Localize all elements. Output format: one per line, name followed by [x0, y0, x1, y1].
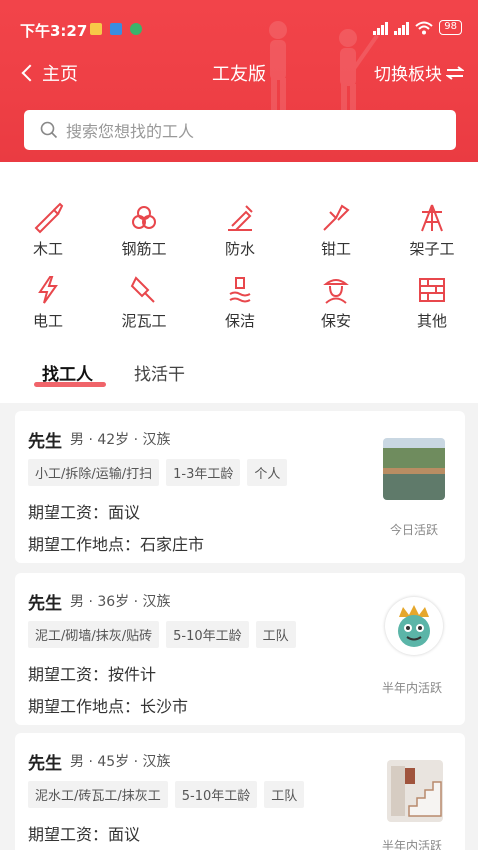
tab-find-worker[interactable]: 找工人: [42, 360, 93, 385]
expected-location: 期望工作地点：石家庄市: [28, 535, 205, 554]
cleaning-icon: [229, 277, 251, 303]
category-carpenter[interactable]: 木工: [8, 202, 88, 259]
category-scaffolder[interactable]: 架子工: [392, 202, 472, 259]
expected-location: 期望工作地点：长沙市: [28, 697, 189, 716]
message-icon: [90, 23, 102, 35]
category-tiler[interactable]: 泥瓦工: [104, 274, 184, 331]
activity-status: 半年内活跃: [381, 681, 442, 695]
status-time: 下午3:27: [20, 22, 88, 40]
experience-tag: 5-10年工龄: [166, 621, 249, 648]
category-label: 防水: [224, 240, 255, 258]
signal-icon: [394, 21, 410, 35]
search-placeholder: 搜索您想找的工人: [66, 122, 195, 141]
battery-icon: 98: [439, 20, 462, 35]
experience-tag: 1-3年工龄: [166, 459, 241, 486]
category-label: 架子工: [409, 240, 455, 258]
expected-wage: 期望工资：面议: [28, 825, 141, 844]
nav-bar: 主页 工友版 切换板块: [0, 52, 478, 92]
team-type-tag: 个人: [247, 459, 288, 486]
category-other[interactable]: 其他: [392, 274, 472, 331]
search-input[interactable]: 搜索您想找的工人: [24, 110, 456, 150]
rebar-icon: [132, 206, 156, 229]
wifi-icon: [415, 21, 433, 34]
expected-wage: 期望工资：按件计: [28, 665, 157, 684]
activity-status: 今日活跃: [389, 523, 438, 537]
worker-photo: [387, 760, 443, 822]
category-label: 木工: [32, 240, 63, 258]
category-label: 钢筋工: [121, 240, 167, 258]
status-bar: 下午3:27 98: [0, 0, 478, 46]
tab-find-job[interactable]: 找活干: [134, 360, 185, 385]
category-label: 钳工: [320, 240, 351, 258]
category-electrician[interactable]: 电工: [8, 274, 88, 331]
skill-tag: 泥水工/砖瓦工/抹灰工: [28, 781, 168, 808]
header: 下午3:27 98 主页 工友版 切换板块 搜索您想找的工人: [0, 0, 478, 162]
worker-card[interactable]: 先生 男 · 42岁 · 汉族 小工/拆除/运输/打扫 1-3年工龄 个人 期望…: [15, 411, 465, 563]
team-type-tag: 工队: [255, 621, 296, 648]
worker-card[interactable]: 先生 男 · 36岁 · 汉族 泥工/砌墙/抹灰/贴砖 5-10年工龄 工队 期…: [15, 573, 465, 725]
category-label: 电工: [32, 312, 63, 330]
trowel-icon: [130, 276, 155, 303]
skill-tag: 小工/拆除/运输/打扫: [28, 459, 160, 486]
category-cleaning[interactable]: 保洁: [200, 274, 280, 331]
worker-card[interactable]: 先生 男 · 45岁 · 汉族 泥水工/砖瓦工/抹灰工 5-10年工龄 工队 期…: [15, 733, 465, 850]
lightning-icon: [38, 276, 58, 304]
worker-photo: [383, 438, 445, 500]
swap-icon: [446, 65, 464, 80]
worker-meta: 男 · 36岁 · 汉族: [70, 594, 171, 610]
worker-name: 先生: [28, 594, 62, 614]
category-fitter[interactable]: 钳工: [296, 202, 376, 259]
category-rebar[interactable]: 钢筋工: [104, 202, 184, 259]
category-label: 保安: [320, 312, 351, 330]
switch-label: 切换板块: [374, 65, 442, 85]
worker-avatar: [385, 597, 443, 655]
search-icon: [40, 121, 58, 139]
saw-icon: [34, 202, 64, 234]
signal-icon: [373, 21, 389, 35]
guard-icon: [323, 279, 349, 304]
pliers-icon: [323, 204, 350, 231]
team-type-tag: 工队: [264, 781, 305, 808]
brick-icon: [419, 278, 445, 302]
app-icon: [110, 23, 122, 35]
worker-name: 先生: [28, 754, 62, 774]
worker-meta: 男 · 42岁 · 汉族: [70, 432, 171, 448]
waterproof-icon: [228, 205, 253, 231]
scaffold-icon: [421, 204, 443, 232]
activity-status: 半年内活跃: [381, 839, 442, 850]
category-waterproof[interactable]: 防水: [200, 202, 280, 259]
worker-meta: 男 · 45岁 · 汉族: [70, 754, 171, 770]
category-label: 保洁: [224, 312, 255, 330]
switch-section-button[interactable]: 切换板块: [374, 60, 464, 85]
experience-tag: 5-10年工龄: [174, 781, 258, 808]
app-icon: [130, 23, 142, 35]
category-label: 泥瓦工: [121, 312, 167, 330]
expected-wage: 期望工资：面议: [28, 503, 141, 522]
category-label: 其他: [416, 312, 447, 330]
worker-name: 先生: [28, 432, 62, 452]
tab-bar: 找工人 找活干: [0, 356, 478, 402]
skill-tag: 泥工/砌墙/抹灰/贴砖: [28, 621, 160, 648]
category-security[interactable]: 保安: [296, 274, 376, 331]
category-grid: 木工 钢筋工 防水 钳工 架子工 电工 泥瓦工 保洁 保安 其他 找工人 找活干: [0, 162, 478, 403]
